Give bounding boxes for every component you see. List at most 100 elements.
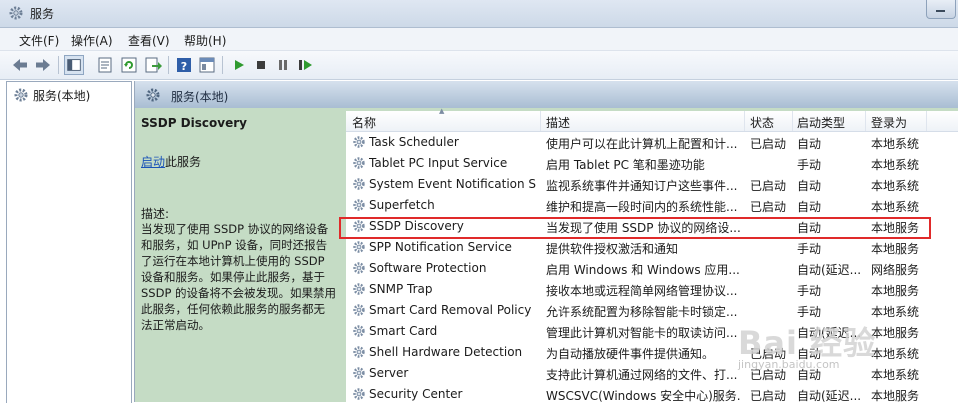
toolbar: ? (0, 51, 958, 80)
description-line: SSDP 的设备将不会被发现。如果禁用 (141, 286, 337, 300)
service-row[interactable]: Shell Hardware Detection 为自动播放硬件事件提供通知。 已启… (346, 342, 958, 363)
restart-icon[interactable] (295, 55, 315, 75)
refresh-icon[interactable] (119, 55, 139, 75)
service-gear-icon (353, 283, 365, 295)
panel-title: 服务(本地) (171, 90, 229, 104)
menu-file[interactable]: 文件(F) (19, 32, 59, 49)
service-row[interactable]: System Event Notification S... 监视系统事件并通知订… (346, 174, 958, 195)
service-row[interactable]: Task Scheduler 使用户可以在此计算机上配置和计... 已启动 自动 本地系… (346, 132, 958, 153)
service-startup-type: 自动 (797, 368, 822, 382)
export-list-icon[interactable] (143, 55, 163, 75)
service-startup-type: 自动(延迟... (797, 389, 862, 403)
service-status: 已启动 (750, 179, 787, 193)
service-gear-icon (353, 199, 365, 211)
service-row[interactable]: SNMP Trap 接收本地或远程简单网络管理协议... 手动 本地服务 (346, 279, 958, 300)
properties-icon[interactable] (95, 55, 115, 75)
service-name: SNMP Trap (369, 282, 433, 296)
services-list: ▲ 名称 描述 状态 启动类型 登录为 Task Scheduler 使用户可以在… (346, 107, 958, 403)
stop-icon[interactable] (251, 55, 271, 75)
start-service-link[interactable]: 启动 (141, 155, 165, 169)
description-line: 设备和服务。如果停止此服务，基于 (141, 270, 325, 284)
column-log-on-as[interactable]: 登录为 (871, 114, 907, 131)
service-row[interactable]: Server 支持此计算机通过网络的文件、打... 已启动 自动 本地系统 (346, 363, 958, 384)
service-log-on-as: 本地系统 (871, 137, 920, 151)
service-name: Superfetch (369, 198, 435, 212)
column-description[interactable]: 描述 (546, 114, 570, 131)
service-gear-icon (353, 367, 365, 379)
service-log-on-as: 本地服务 (871, 326, 920, 340)
service-name: Tablet PC Input Service (369, 156, 508, 170)
service-status: 已启动 (750, 137, 787, 151)
service-description: 维护和提高一段时间内的系统性能... (546, 200, 738, 214)
service-gear-icon (353, 157, 365, 169)
pause-icon[interactable] (273, 55, 293, 75)
service-gear-icon (353, 241, 365, 253)
service-row[interactable]: SPP Notification Service 提供软件授权激活和通知 手动 本地服… (346, 237, 958, 258)
service-row[interactable]: Smart Card 管理此计算机对智能卡的取读访问... 自动(延迟... 本地服务 (346, 321, 958, 342)
service-startup-type: 自动(延迟... (797, 263, 862, 277)
panel-header: 服务(本地) (135, 81, 958, 108)
gear-icon (146, 88, 160, 102)
description-line: 此服务，任何依赖此服务的服务都无 (141, 302, 325, 316)
service-log-on-as: 本地系统 (871, 305, 920, 319)
service-log-on-as: 本地服务 (871, 242, 920, 256)
service-log-on-as: 网络服务 (871, 263, 920, 277)
console-tree-icon[interactable] (64, 55, 84, 75)
service-log-on-as: 本地系统 (871, 347, 920, 361)
console-tree: 服务(本地) (6, 81, 132, 403)
service-log-on-as: 本地服务 (871, 389, 920, 403)
menu-view[interactable]: 查看(V) (128, 32, 170, 49)
service-startup-type: 手动 (797, 284, 822, 298)
service-log-on-as: 本地服务 (871, 284, 920, 298)
service-name: Security Center (369, 387, 463, 401)
description-label: 描述: (141, 207, 170, 221)
menu-bar: 文件(F) 操作(A) 查看(V) 帮助(H) (0, 28, 958, 51)
play-icon[interactable] (229, 55, 249, 75)
service-description: 管理此计算机对智能卡的取读访问... (546, 326, 738, 340)
menu-action[interactable]: 操作(A) (71, 32, 113, 49)
service-startup-type: 自动 (797, 347, 822, 361)
service-description: 为自动播放硬件事件提供通知。 (546, 347, 715, 361)
service-description: 允许系统配置为移除智能卡时锁定... (546, 305, 738, 319)
action-suffix: 此服务 (165, 155, 202, 169)
description-line: 和服务，如 UPnP 设备，同时还报告 (141, 238, 328, 252)
service-row[interactable]: Superfetch 维护和提高一段时间内的系统性能... 已启动 自动 本地系统 (346, 195, 958, 216)
column-startup-type[interactable]: 启动类型 (797, 114, 845, 131)
help-icon[interactable]: ? (174, 55, 194, 75)
service-description: 监视系统事件并通知订户这些事件... (546, 179, 738, 193)
service-name: Task Scheduler (369, 135, 459, 149)
service-status: 已启动 (750, 389, 787, 403)
column-status[interactable]: 状态 (750, 114, 774, 131)
service-status: 已启动 (750, 368, 787, 382)
column-header: ▲ 名称 描述 状态 启动类型 登录为 (346, 107, 958, 132)
service-startup-type: 手动 (797, 305, 822, 319)
service-log-on-as: 本地系统 (871, 200, 920, 214)
service-log-on-as: 本地系统 (871, 179, 920, 193)
service-row[interactable]: Software Protection 启用 Windows 和 Windows … (346, 258, 958, 279)
tree-item-label: 服务(本地) (33, 89, 91, 103)
service-row[interactable]: Smart Card Removal Policy 允许系统配置为移除智能卡时锁定… (346, 300, 958, 321)
title-bar: 服务 (0, 0, 958, 28)
gear-icon (14, 88, 28, 102)
gear-icon (9, 6, 23, 20)
selection-highlight (339, 217, 931, 239)
show-hide-icon[interactable] (197, 55, 217, 75)
service-gear-icon (353, 136, 365, 148)
column-name[interactable]: 名称 (352, 114, 376, 131)
menu-help[interactable]: 帮助(H) (184, 32, 226, 49)
service-status: 已启动 (750, 200, 787, 214)
svg-text:?: ? (181, 60, 187, 73)
sort-up-icon: ▲ (439, 107, 445, 115)
service-gear-icon (353, 262, 365, 274)
service-log-on-as: 本地系统 (871, 158, 920, 172)
service-startup-type: 手动 (797, 242, 822, 256)
service-name: Smart Card (369, 324, 438, 338)
selected-service-title: SSDP Discovery (141, 116, 247, 130)
back-arrow-icon[interactable] (10, 55, 30, 75)
service-gear-icon (353, 178, 365, 190)
forward-arrow-icon[interactable] (33, 55, 53, 75)
service-startup-type: 自动 (797, 179, 822, 193)
minimize-button[interactable] (926, 0, 956, 19)
service-gear-icon (353, 304, 365, 316)
service-row[interactable]: Tablet PC Input Service 启用 Tablet PC 笔和墨迹… (346, 153, 958, 174)
